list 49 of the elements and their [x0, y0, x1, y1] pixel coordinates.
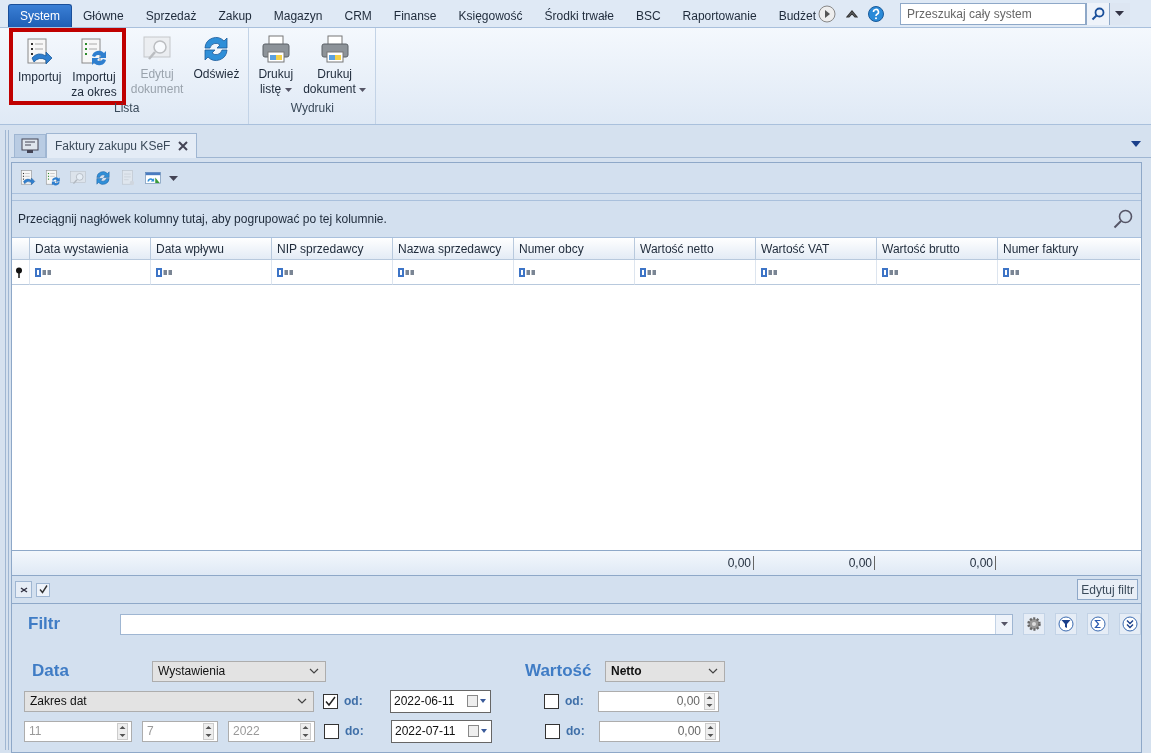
column-header[interactable]: Numer faktury	[998, 238, 1140, 260]
date-field[interactable]: 2022-06-11	[390, 689, 491, 713]
column-total: 0,00	[727, 556, 754, 570]
column-header[interactable]: Wartość brutto	[877, 238, 998, 260]
menu-tab[interactable]: Finanse	[382, 5, 448, 27]
date-type-select[interactable]: Wystawienia	[152, 660, 326, 682]
menu-tab[interactable]: Główne	[72, 5, 135, 27]
ribbon-button[interactable]: Importuj	[13, 34, 67, 101]
column-header[interactable]: Wartość netto	[635, 238, 756, 260]
menu-tab[interactable]: Budżet	[767, 5, 816, 27]
ribbon-button[interactable]: Importuj za okres	[66, 34, 122, 101]
ribbon-button[interactable]: Drukuj listę	[253, 31, 299, 99]
column-header[interactable]: Data wpływu	[151, 238, 272, 260]
menu-tab[interactable]: Sprzedaż	[134, 5, 208, 27]
range-select[interactable]: Zakres dat	[24, 690, 314, 712]
amount-field[interactable]: 0,00	[598, 690, 719, 712]
column-header[interactable]: Nazwa sprzedawcy	[393, 238, 514, 260]
to-label: do:	[566, 724, 586, 738]
menu-tab[interactable]: Księgowość	[447, 5, 534, 27]
column-header[interactable]: Numer obcy	[514, 238, 635, 260]
column-header[interactable]: NIP sprzedawcy	[272, 238, 393, 260]
group-label: Lista	[113, 100, 141, 117]
amount-field[interactable]: 0,00	[599, 720, 720, 742]
ribbon-button[interactable]: Drukuj dokument	[298, 31, 372, 99]
edit-filter-button[interactable]: Edytuj filtr	[1077, 579, 1138, 600]
date-label: Data	[31, 661, 70, 681]
menu-tab[interactable]: Magazyn	[262, 5, 334, 27]
group-hint: Przeciągnij nagłówek kolumny tutaj, aby pogrupować po tej kolumnie.	[18, 212, 387, 226]
menu-tab[interactable]: Środki trwałe	[533, 5, 625, 27]
column-header[interactable]: Wartość VAT	[756, 238, 877, 260]
document-tab[interactable]: Faktury zakupu KSeF	[46, 133, 198, 158]
to-label: do:	[345, 724, 365, 738]
column-total: 0,00	[969, 556, 996, 570]
ribbon-button[interactable]: Odśwież	[188, 31, 245, 84]
group-label: Wydruki	[289, 100, 335, 117]
menu-tab[interactable]: Zakup	[207, 5, 263, 27]
column-header[interactable]: Data wystawienia	[30, 238, 151, 260]
menu-tab[interactable]: System	[8, 4, 72, 27]
amount-type-select[interactable]: Netto	[605, 660, 725, 682]
date-field[interactable]: 2022-07-11	[391, 719, 492, 743]
menu-tab[interactable]: CRM	[333, 5, 383, 27]
menu-tab[interactable]: Raportowanie	[671, 5, 768, 27]
filter-label: Filtr	[27, 614, 62, 634]
amount-label: Wartość	[525, 661, 593, 681]
from-label: od:	[344, 694, 364, 708]
search-field[interactable]: Przeszukaj cały system	[900, 2, 1086, 25]
menu-tab[interactable]: BSC	[624, 5, 672, 27]
column-total: 0,00	[848, 556, 875, 570]
from-label: od:	[565, 694, 585, 708]
